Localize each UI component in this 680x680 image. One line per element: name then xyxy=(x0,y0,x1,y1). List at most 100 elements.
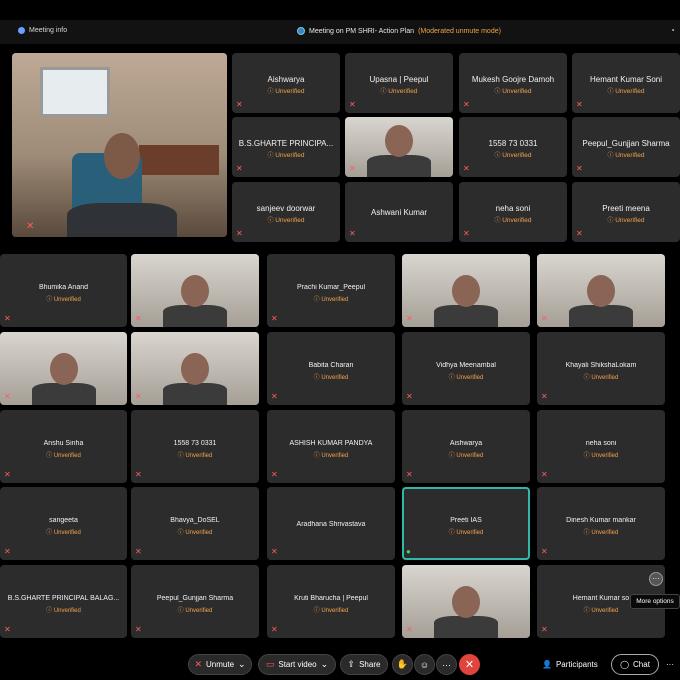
muted-mic-icon: ✕ xyxy=(4,392,11,401)
participant-tile[interactable]: B.S.GHARTE PRINCIPAL BALAG... Unverified ✕ xyxy=(0,565,127,638)
start-video-button[interactable]: ▭ Start video ⌄ xyxy=(258,654,336,675)
participant-name: 1558 73 0331 xyxy=(488,139,538,148)
participant-video-tile[interactable]: ✕ xyxy=(131,254,259,327)
participant-name: neha soni xyxy=(495,204,531,213)
participant-tile[interactable]: Upasna | Peepul Unverified ✕ xyxy=(345,53,453,113)
participant-tile[interactable]: Dinesh Kumar mankar Unverified ✕ xyxy=(537,487,665,560)
muted-mic-icon: ✕ xyxy=(541,547,548,556)
muted-mic-icon: ✕ xyxy=(236,164,243,173)
person-head xyxy=(181,275,209,307)
participant-tile[interactable]: Aishwarya Unverified ✕ xyxy=(232,53,340,113)
unmute-button[interactable]: ✕ Unmute ⌄ xyxy=(188,654,252,675)
title-bar: Meeting info Meeting on PM SHRI- Action … xyxy=(0,20,680,44)
participant-tile[interactable]: Bhumika Anand Unverified ✕ xyxy=(0,254,127,327)
muted-mic-icon: ✕ xyxy=(576,100,583,109)
reactions-button[interactable]: ☺ xyxy=(414,654,435,675)
muted-mic-icon: ✕ xyxy=(406,625,413,634)
participant-tile[interactable]: Bhavya_DoSEL Unverified ✕ xyxy=(131,487,259,560)
muted-mic-icon: ✕ xyxy=(271,470,278,479)
participant-tile[interactable]: sangeeta Unverified ✕ xyxy=(0,487,127,560)
more-options-button[interactable]: ··· xyxy=(666,654,674,675)
muted-mic-icon: ✕ xyxy=(271,547,278,556)
participant-tile[interactable]: Kruti Bharucha | Peepul Unverified ✕ xyxy=(267,565,395,638)
participant-tile[interactable]: sanjeev doorwar Unverified ✕ xyxy=(232,182,340,242)
meeting-title: Meeting on PM SHRI- Action Plan (Moderat… xyxy=(297,27,501,35)
participant-video-tile[interactable]: ✕ xyxy=(131,332,259,405)
participant-name: Babita Charan xyxy=(308,362,354,369)
participant-video-tile[interactable]: ✕ xyxy=(402,254,530,327)
unverified-label: Unverified xyxy=(232,86,340,95)
participant-tile[interactable]: 1558 73 0331 Unverified ✕ xyxy=(131,410,259,483)
speaker-head xyxy=(104,133,140,179)
participant-tile[interactable]: Aishwarya Unverified ✕ xyxy=(402,410,530,483)
participant-tile[interactable]: ASHISH KUMAR PANDYA Unverified ✕ xyxy=(267,410,395,483)
participant-video-tile[interactable]: ✕ xyxy=(0,332,127,405)
participant-name: Mukesh Goojre Damoh xyxy=(471,75,555,84)
participant-tile[interactable]: Ashwani Kumar ✕ xyxy=(345,182,453,242)
participant-name: B.S.GHARTE PRINCIPA... xyxy=(238,139,334,148)
close-icon: ✕ xyxy=(464,659,475,671)
participant-name: Prachi Kumar_Peepul xyxy=(296,284,366,291)
active-mic-icon: ● xyxy=(406,547,411,556)
muted-mic-icon: ✕ xyxy=(194,659,202,669)
person-body xyxy=(163,383,227,405)
more-button[interactable]: ··· xyxy=(436,654,457,675)
window-control-icon[interactable]: ◔ xyxy=(670,26,675,35)
chat-button[interactable]: ◯ Chat xyxy=(611,654,659,675)
participant-tile[interactable]: Prachi Kumar_Peepul Unverified ✕ xyxy=(267,254,395,327)
unmute-label: Unmute xyxy=(206,660,235,669)
person-body xyxy=(434,305,498,327)
active-speaker-video[interactable]: ✕ xyxy=(12,53,227,237)
participant-tile[interactable]: Peepul_Gunjjan Sharma Unverified ✕ xyxy=(572,117,680,177)
share-button[interactable]: ⇪ Share xyxy=(340,654,388,675)
participant-name: neha soni xyxy=(585,440,617,447)
unverified-label: Unverified xyxy=(0,527,127,536)
unverified-label: Unverified xyxy=(0,605,127,614)
moderated-mode-label: (Moderated unmute mode) xyxy=(418,27,501,35)
participant-tile[interactable]: neha soni Unverified ✕ xyxy=(537,410,665,483)
participant-tile[interactable]: Babita Charan Unverified ✕ xyxy=(267,332,395,405)
participant-tile[interactable]: B.S.GHARTE PRINCIPA... Unverified ✕ xyxy=(232,117,340,177)
participant-tile[interactable]: Vidhya Meenambal Unverified ✕ xyxy=(402,332,530,405)
participant-video-tile[interactable]: ✕ xyxy=(345,117,453,177)
participant-tile[interactable]: neha soni Unverified ✕ xyxy=(459,182,567,242)
chat-label: Chat xyxy=(633,660,650,669)
unverified-label: Unverified xyxy=(232,215,340,224)
participant-tile[interactable]: Aradhana Shrivastava ✕ xyxy=(267,487,395,560)
participant-tile[interactable]: 1558 73 0331 Unverified ✕ xyxy=(459,117,567,177)
leave-meeting-button[interactable]: ✕ xyxy=(459,654,480,675)
participant-tile[interactable]: Preeti IAS Unverified ● xyxy=(402,487,530,560)
participant-tile[interactable]: Hemant Kumar Soni Unverified ✕ xyxy=(572,53,680,113)
muted-mic-icon: ✕ xyxy=(541,314,548,323)
person-body xyxy=(434,616,498,638)
more-options-icon[interactable]: ··· xyxy=(649,572,663,586)
raise-hand-button[interactable]: ✋ xyxy=(392,654,413,675)
participant-video-tile[interactable]: ✕ xyxy=(402,565,530,638)
meeting-info-button[interactable]: Meeting info xyxy=(18,27,67,34)
participant-video-tile[interactable]: ✕ xyxy=(537,254,665,327)
participant-tile[interactable]: Khayali ShikshaLokam Unverified ✕ xyxy=(537,332,665,405)
unverified-label: Unverified xyxy=(459,86,567,95)
unverified-label: Unverified xyxy=(572,150,680,159)
participant-tile[interactable]: Peepul_Gunjjan Sharma Unverified ✕ xyxy=(131,565,259,638)
unverified-label: Unverified xyxy=(459,150,567,159)
participants-button[interactable]: 👤 Participants xyxy=(542,654,598,675)
unverified-label: Unverified xyxy=(459,215,567,224)
participant-name: sangeeta xyxy=(49,517,78,524)
participant-tile[interactable]: Anshu Sinha Unverified ✕ xyxy=(0,410,127,483)
unverified-label: Unverified xyxy=(402,450,530,459)
ellipsis-icon: ··· xyxy=(442,659,451,670)
participant-name: Anshu Sinha xyxy=(43,440,84,447)
meeting-toolbar: ✕ Unmute ⌄ ▭ Start video ⌄ ⇪ Share ✋ ☺ ·… xyxy=(0,648,680,680)
muted-mic-icon: ✕ xyxy=(406,470,413,479)
muted-mic-icon: ✕ xyxy=(4,470,11,479)
participants-icon: 👤 xyxy=(542,660,552,669)
unverified-label: Unverified xyxy=(267,294,395,303)
participant-name: Upasna | Peepul xyxy=(369,75,429,84)
video-off-icon: ▭ xyxy=(265,659,275,669)
unverified-label: Unverified xyxy=(572,215,680,224)
participant-tile[interactable]: Mukesh Goojre Damoh Unverified ✕ xyxy=(459,53,567,113)
share-icon: ⇪ xyxy=(347,659,356,669)
muted-mic-icon: ✕ xyxy=(135,625,142,634)
participant-tile[interactable]: Preeti meena Unverified ✕ xyxy=(572,182,680,242)
